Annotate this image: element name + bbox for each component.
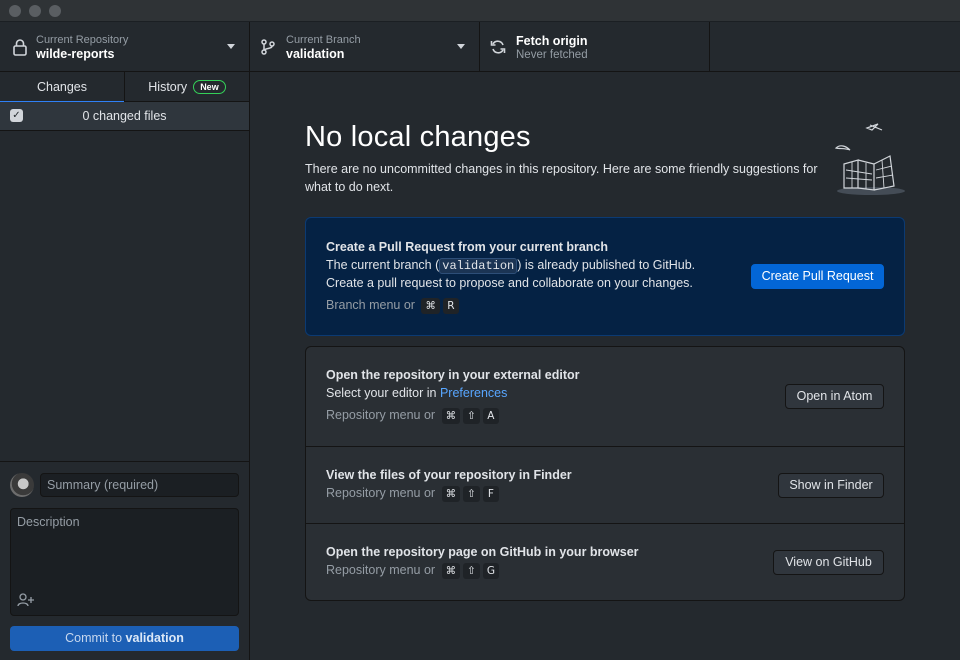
commit-button[interactable]: Commit to validation xyxy=(10,626,239,651)
open-editor-title: Open the repository in your external edi… xyxy=(326,368,580,382)
tab-history[interactable]: History New xyxy=(124,72,249,102)
description-placeholder: Description xyxy=(17,515,80,529)
preferences-link[interactable]: Preferences xyxy=(440,386,507,400)
close-window-button[interactable] xyxy=(9,5,21,17)
window-titlebar xyxy=(0,0,960,22)
pull-request-hint: Branch menu or ⌘ R xyxy=(326,298,459,314)
suggestions-card: Open the repository in your external edi… xyxy=(305,346,905,601)
kbd-cmd: ⌘ xyxy=(441,408,461,424)
kbd-cmd: ⌘ xyxy=(421,298,440,314)
branch-icon xyxy=(261,39,275,55)
open-editor-row: Open the repository in your external edi… xyxy=(306,347,904,447)
kbd-cmd: ⌘ xyxy=(441,563,461,579)
avatar xyxy=(10,473,34,497)
show-in-finder-button[interactable]: Show in Finder xyxy=(778,473,884,498)
pull-request-title: Create a Pull Request from your current … xyxy=(326,240,609,254)
summary-input[interactable]: Summary (required) xyxy=(40,473,239,497)
changes-header: 0 changed files ✓ xyxy=(0,102,249,131)
tab-changes[interactable]: Changes xyxy=(0,72,124,103)
fetch-origin-button[interactable]: Fetch origin Never fetched xyxy=(480,22,710,72)
sync-icon xyxy=(490,40,506,54)
branch-name-code: validation xyxy=(439,258,518,274)
add-coauthor-icon[interactable] xyxy=(17,593,35,607)
kbd-r: R xyxy=(442,298,459,314)
page-title: No local changes xyxy=(305,121,531,153)
fetch-origin-label: Fetch origin xyxy=(516,34,588,48)
kbd-g: G xyxy=(482,563,500,579)
kbd-a: A xyxy=(482,408,499,424)
lock-icon xyxy=(13,39,27,56)
main-content: No local changes There are no uncommitte… xyxy=(250,72,960,660)
open-editor-hint: Repository menu or ⌘ ⇧ A xyxy=(326,408,499,424)
current-repository-dropdown[interactable]: Current Repository wilde-reports xyxy=(0,22,250,72)
chevron-down-icon xyxy=(227,44,235,49)
view-on-github-button[interactable]: View on GitHub xyxy=(773,550,884,575)
current-repository-label: Current Repository xyxy=(36,34,129,46)
pull-request-text-2: Create a pull request to propose and col… xyxy=(326,276,693,290)
commit-area: Summary (required) Description Commit to… xyxy=(0,461,249,660)
current-repository-name: wilde-reports xyxy=(36,47,115,61)
fetch-status: Never fetched xyxy=(516,49,588,61)
commit-button-prefix: Commit to xyxy=(65,631,123,645)
tab-history-label: History xyxy=(148,80,188,94)
open-editor-text: Select your editor in Preferences xyxy=(326,386,508,400)
kbd-shift: ⇧ xyxy=(463,408,480,424)
kbd-cmd: ⌘ xyxy=(441,486,461,502)
tab-changes-label: Changes xyxy=(36,80,88,94)
create-pull-request-button[interactable]: Create Pull Request xyxy=(751,264,884,289)
show-finder-row: View the files of your repository in Fin… xyxy=(306,446,904,524)
show-finder-title: View the files of your repository in Fin… xyxy=(326,468,572,482)
current-branch-name: validation xyxy=(286,47,345,61)
pull-request-text: The current branch (validation) is alrea… xyxy=(326,258,696,274)
sidebar-tabs: Changes History New xyxy=(0,72,249,103)
chevron-down-icon xyxy=(457,44,465,49)
kbd-f: F xyxy=(482,486,499,502)
description-field[interactable]: Description xyxy=(10,508,239,616)
minimize-window-button[interactable] xyxy=(29,5,41,17)
view-github-title: Open the repository page on GitHub in yo… xyxy=(326,545,639,559)
show-finder-hint: Repository menu or ⌘ ⇧ F xyxy=(326,486,499,502)
commit-button-branch: validation xyxy=(125,631,184,645)
view-github-hint: Repository menu or ⌘ ⇧ G xyxy=(326,563,500,579)
changed-files-count: 0 changed files xyxy=(82,109,167,123)
toolbar: Current Repository wilde-reports Current… xyxy=(0,22,960,72)
kbd-shift: ⇧ xyxy=(463,563,480,579)
kbd-shift: ⇧ xyxy=(463,486,480,502)
zoom-window-button[interactable] xyxy=(49,5,61,17)
sidebar: Changes History New 0 changed files ✓ Sum… xyxy=(0,72,250,660)
new-badge: New xyxy=(193,80,226,94)
view-github-row: Open the repository page on GitHub in yo… xyxy=(306,523,904,601)
current-branch-label: Current Branch xyxy=(286,34,361,46)
empty-state-illustration xyxy=(834,123,905,195)
pull-request-card: Create a Pull Request from your current … xyxy=(305,217,905,336)
select-all-checkbox[interactable]: ✓ xyxy=(10,109,23,122)
open-in-atom-button[interactable]: Open in Atom xyxy=(785,384,884,409)
current-branch-dropdown[interactable]: Current Branch validation xyxy=(250,22,480,72)
page-subtitle: There are no uncommitted changes in this… xyxy=(305,162,818,194)
